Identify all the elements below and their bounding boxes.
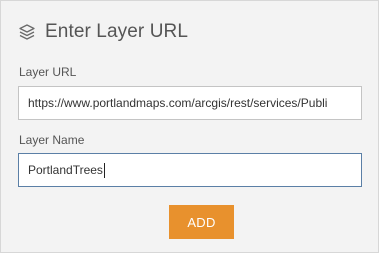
layer-url-input[interactable]: https://www.portlandmaps.com/arcgis/rest… <box>18 86 362 120</box>
layer-url-label: Layer URL <box>19 65 77 79</box>
layer-name-label: Layer Name <box>19 133 85 147</box>
layer-url-value: https://www.portlandmaps.com/arcgis/rest… <box>28 96 328 110</box>
add-button[interactable]: ADD <box>169 205 234 239</box>
layer-name-input[interactable]: PortlandTrees <box>18 153 362 187</box>
layers-icon <box>17 22 37 42</box>
panel-title: Enter Layer URL <box>45 21 189 42</box>
enter-layer-url-panel: Enter Layer URL Layer URL https://www.po… <box>0 0 379 253</box>
layer-name-value: PortlandTrees <box>28 163 103 177</box>
panel-header: Enter Layer URL <box>17 19 188 45</box>
text-caret <box>103 163 105 179</box>
